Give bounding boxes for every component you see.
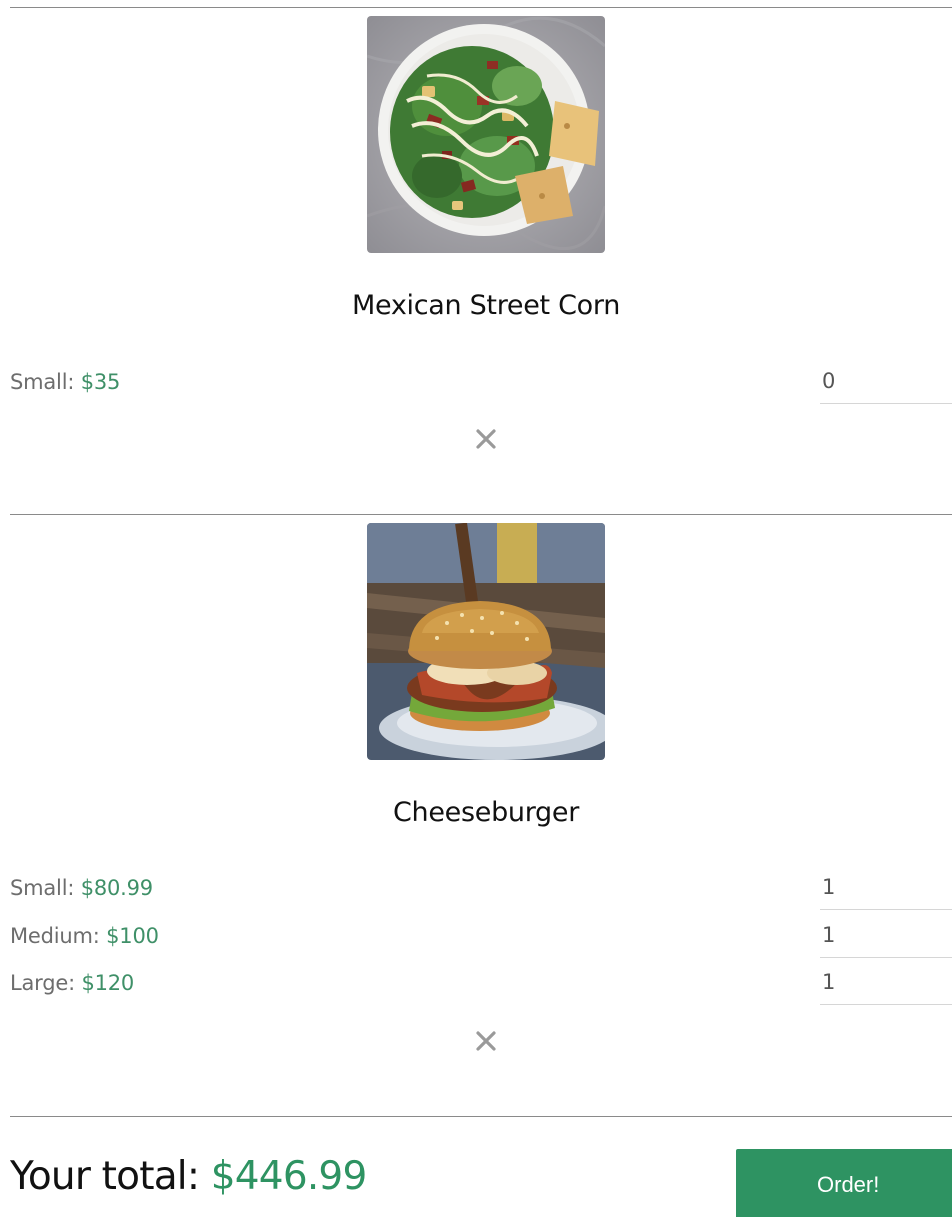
size-label: Large:	[10, 971, 82, 995]
quantity-input-medium[interactable]	[820, 918, 952, 958]
size-row-medium: Medium: $100	[10, 924, 159, 948]
footer-divider	[10, 1116, 952, 1117]
total-label: Your total:	[10, 1154, 211, 1199]
salad-plate-icon	[367, 16, 605, 253]
remove-item-button[interactable]	[470, 1025, 502, 1057]
total-amount: $446.99	[210, 1154, 367, 1199]
size-row-large: Large: $120	[10, 971, 134, 995]
close-icon	[476, 1031, 496, 1051]
item-divider	[10, 7, 952, 8]
size-price: $80.99	[80, 876, 153, 900]
item-divider	[10, 514, 952, 515]
size-row-small: Small: $80.99	[10, 876, 153, 900]
quantity-input-small[interactable]	[820, 870, 952, 910]
remove-item-button[interactable]	[470, 423, 502, 455]
close-icon	[476, 429, 496, 449]
size-label: Small:	[10, 876, 81, 900]
size-price: $100	[106, 924, 159, 948]
item-image-mexican-street-corn	[367, 16, 605, 253]
quantity-input-small[interactable]	[820, 364, 952, 404]
item-title: Mexican Street Corn	[351, 290, 621, 321]
item-image-cheeseburger	[367, 523, 605, 760]
quantity-input-large[interactable]	[820, 965, 952, 1005]
order-total: Your total: $446.99	[10, 1154, 367, 1199]
burger-icon	[367, 523, 605, 760]
size-label: Medium:	[10, 924, 107, 948]
item-title: Cheeseburger	[393, 797, 579, 828]
size-price: $120	[81, 971, 135, 995]
size-row-small: Small: $35	[10, 370, 120, 394]
order-button[interactable]: Order!	[736, 1149, 952, 1217]
size-label: Small:	[10, 370, 81, 394]
cart-page: Mexican Street Corn Small: $35 0 Cheeseb…	[0, 0, 952, 1217]
size-price: $35	[80, 370, 121, 394]
